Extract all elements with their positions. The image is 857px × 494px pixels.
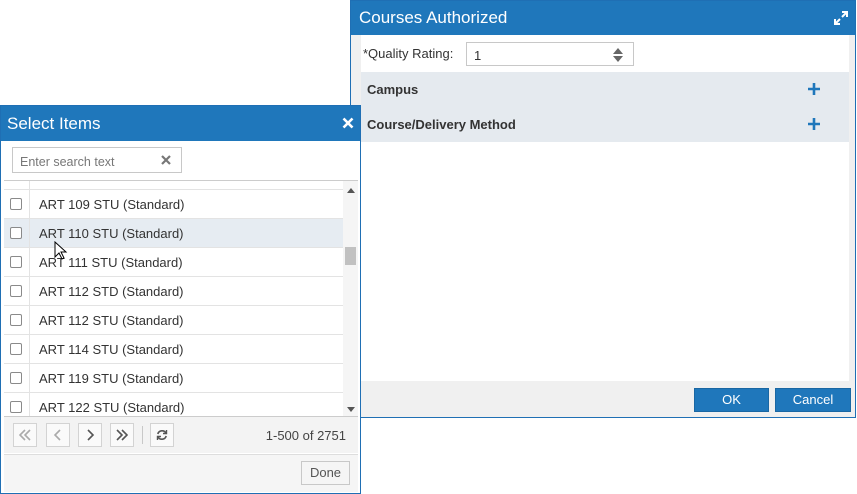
- search-placeholder: Enter search text: [20, 155, 115, 169]
- list-item-label: ART 119 STU (Standard): [39, 371, 184, 386]
- refresh-button[interactable]: [150, 423, 174, 447]
- ok-button[interactable]: OK: [694, 388, 769, 412]
- plus-icon[interactable]: [807, 82, 821, 96]
- vertical-scrollbar[interactable]: [343, 181, 358, 417]
- done-button[interactable]: Done: [301, 461, 350, 485]
- column-divider: [29, 393, 30, 417]
- checkbox[interactable]: [10, 343, 22, 355]
- checkbox[interactable]: [10, 180, 22, 181]
- list-item[interactable]: ART 114 STU (Standard): [4, 335, 343, 364]
- checkbox[interactable]: [10, 256, 22, 268]
- last-page-button[interactable]: [110, 423, 134, 447]
- section-label: Campus: [367, 82, 419, 97]
- scrollbar-thumb[interactable]: [345, 247, 356, 265]
- dialog-title: Courses Authorized: [359, 8, 508, 27]
- checkbox[interactable]: [10, 372, 22, 384]
- search-input[interactable]: Enter search text: [12, 147, 182, 173]
- checkbox[interactable]: [10, 314, 22, 326]
- list-item-label: ART 122 STU (Standard): [39, 400, 185, 415]
- refresh-icon: [156, 430, 168, 440]
- section-label: Course/Delivery Method: [367, 117, 516, 132]
- scroll-down-icon[interactable]: [347, 407, 355, 412]
- pager-divider: [142, 426, 143, 444]
- next-page-button[interactable]: [78, 423, 102, 447]
- quality-rating-label: *Quality Rating:: [363, 46, 454, 61]
- sort-arrows-icon: [613, 48, 623, 62]
- plus-icon[interactable]: [807, 117, 821, 131]
- checkbox[interactable]: [10, 198, 22, 210]
- expand-icon[interactable]: [833, 10, 849, 26]
- items-list: ART 109 STU (Standard) ART 110 STU (Stan…: [4, 180, 358, 417]
- select-items-title-bar: Select Items: [1, 106, 360, 141]
- prev-page-button[interactable]: [46, 423, 70, 447]
- list-item-label: ART 114 STU (Standard): [39, 342, 184, 357]
- list-item[interactable]: ART 119 STU (Standard): [4, 364, 343, 393]
- quality-rating-row: *Quality Rating: 1: [361, 41, 849, 67]
- quality-rating-value: 1: [474, 48, 482, 63]
- checkbox[interactable]: [10, 401, 22, 413]
- section-campus[interactable]: Campus: [361, 72, 849, 107]
- column-divider: [29, 190, 30, 218]
- quality-rating-select[interactable]: 1: [466, 42, 634, 66]
- checkbox[interactable]: [10, 285, 22, 297]
- list-item[interactable]: ART 109 STU (Standard): [4, 190, 343, 219]
- cancel-button[interactable]: Cancel: [775, 388, 851, 412]
- clear-icon[interactable]: [161, 155, 171, 165]
- column-divider: [29, 306, 30, 334]
- list-item-label: ART 112 STU (Standard): [39, 313, 184, 328]
- column-divider: [29, 335, 30, 363]
- list-item-label: ART 109 STU (Standard): [39, 197, 185, 212]
- dialog-title-bar: Courses Authorized: [351, 1, 855, 35]
- list-item-label: ART 110 STU (Standard): [39, 226, 184, 241]
- pager-info: 1-500 of 2751: [265, 428, 346, 443]
- column-divider: [29, 181, 30, 189]
- list-item[interactable]: ART 112 STD (Standard): [4, 277, 343, 306]
- mouse-pointer-icon: [54, 241, 68, 260]
- dialog-body: *Quality Rating: 1 Campus Course/Deliver…: [361, 35, 849, 381]
- first-page-button[interactable]: [13, 423, 37, 447]
- first-page-icon: [19, 429, 31, 441]
- list-item-label: ART 112 STD (Standard): [39, 284, 184, 299]
- list-item[interactable]: ART 112 STU (Standard): [4, 306, 343, 335]
- section-course-delivery-method[interactable]: Course/Delivery Method: [361, 107, 849, 142]
- dialog-footer: OK Cancel: [351, 381, 855, 417]
- column-divider: [29, 364, 30, 392]
- column-divider: [29, 248, 30, 276]
- scroll-up-icon[interactable]: [347, 188, 355, 193]
- column-divider: [29, 219, 30, 247]
- courses-authorized-dialog: Courses Authorized *Quality Rating: 1 Ca…: [350, 0, 856, 418]
- column-divider: [29, 277, 30, 305]
- close-icon[interactable]: [342, 117, 354, 129]
- pager: 1-500 of 2751: [4, 416, 358, 453]
- prev-page-icon: [53, 429, 61, 441]
- last-page-icon: [116, 429, 128, 441]
- list-item[interactable]: ART 122 STU (Standard): [4, 393, 343, 417]
- select-items-footer: Done: [4, 454, 358, 492]
- checkbox[interactable]: [10, 227, 22, 239]
- select-items-title: Select Items: [7, 114, 101, 133]
- next-page-icon: [87, 429, 95, 441]
- list-item[interactable]: [4, 180, 343, 190]
- select-items-dialog: Select Items Enter search text ART 109 S…: [0, 105, 361, 494]
